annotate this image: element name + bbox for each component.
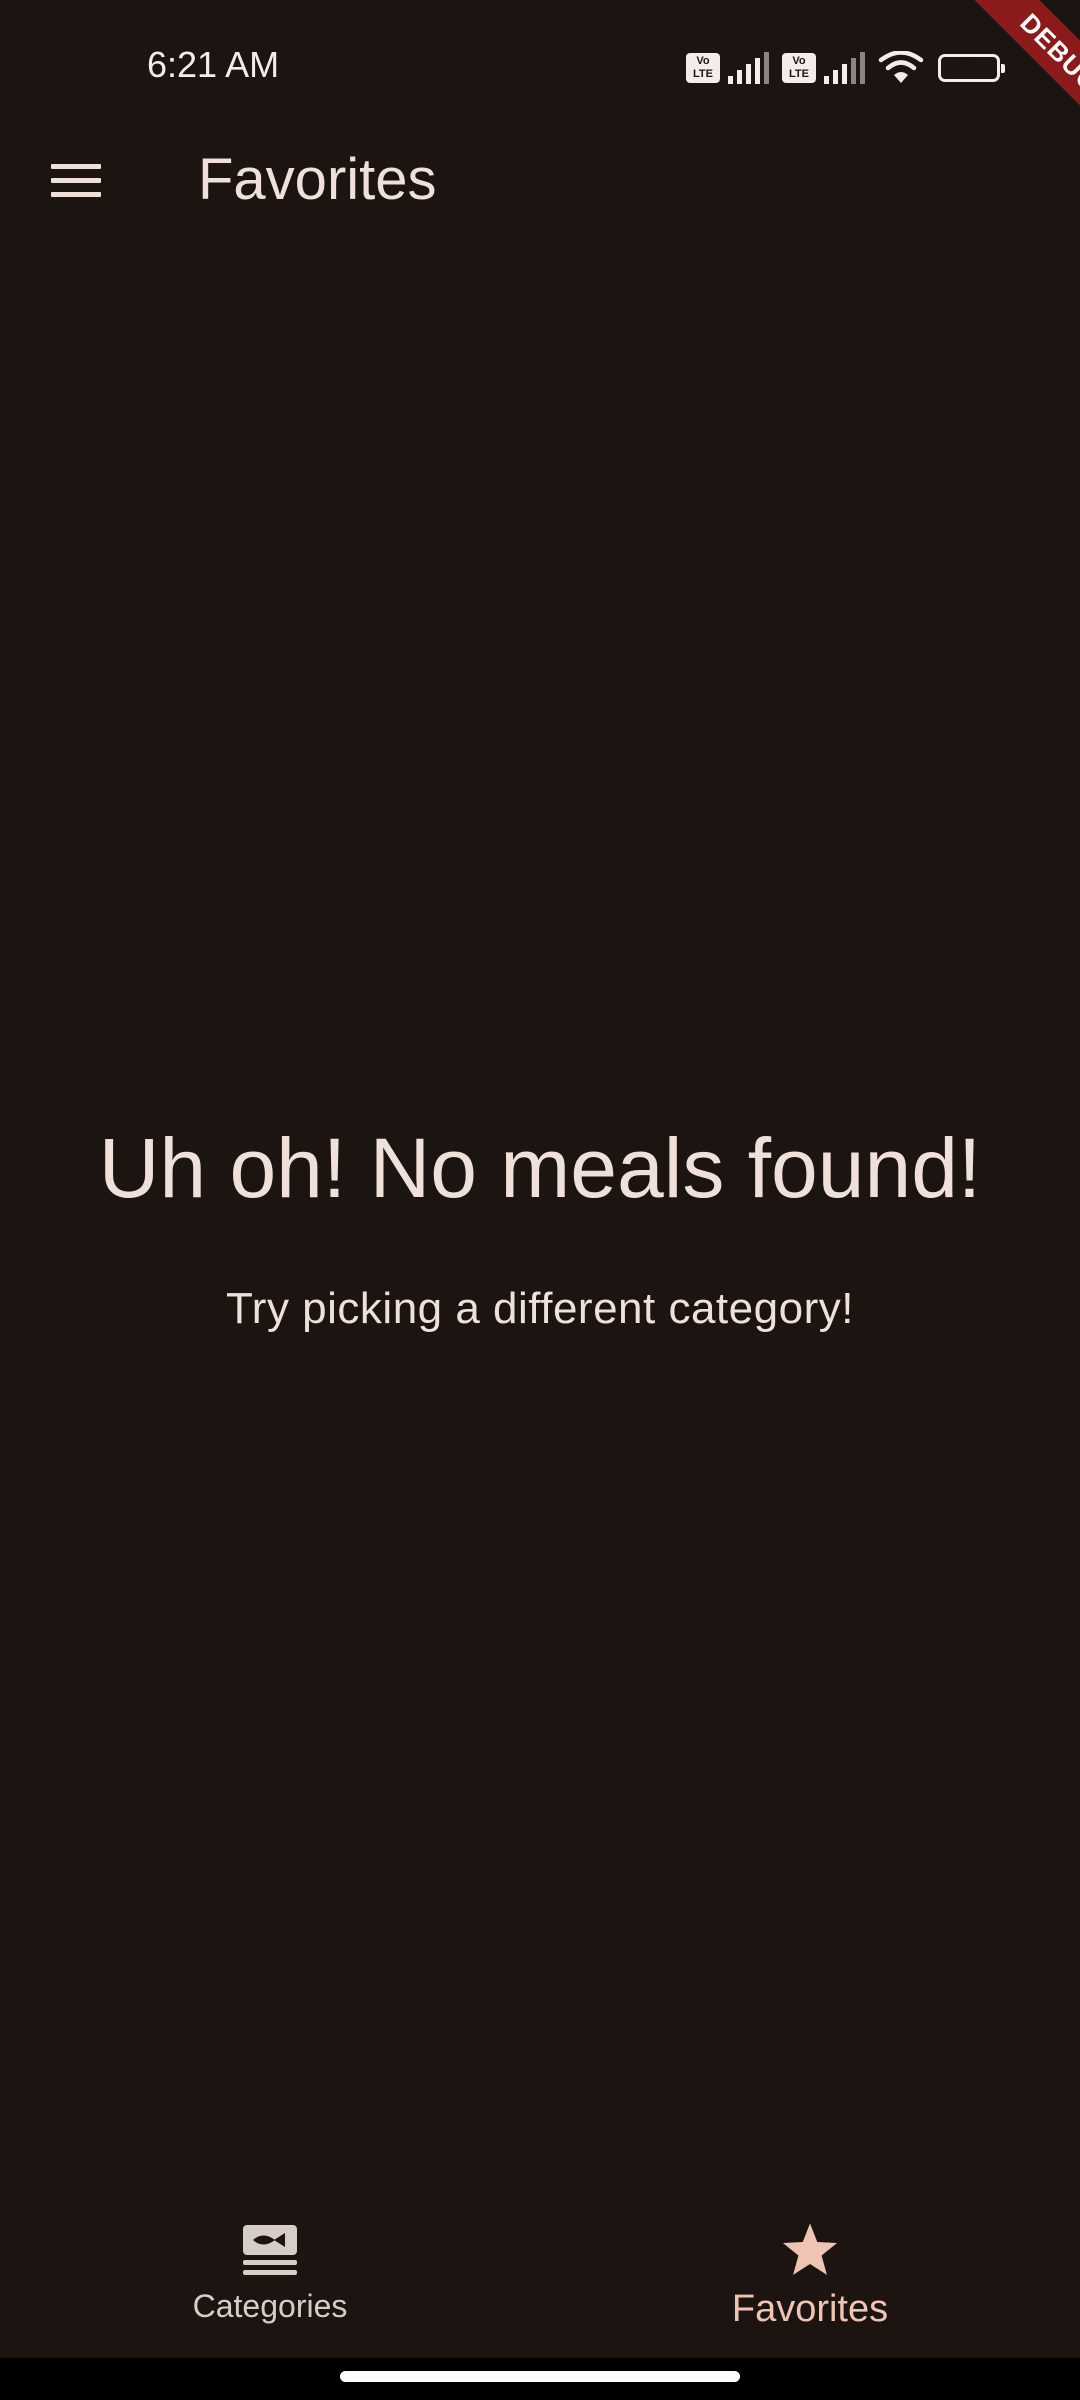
volte-label-top: Vo	[696, 55, 710, 67]
status-bar: 6:21 AM Vo LTE Vo LTE 72	[0, 0, 1080, 130]
menu-icon	[51, 155, 101, 206]
bottom-navigation-bar: Categories Favorites	[0, 2190, 1080, 2358]
volte-icon: Vo LTE	[686, 53, 720, 83]
nav-label-categories: Categories	[192, 2288, 348, 2324]
signal-icon	[728, 52, 774, 84]
status-icons: Vo LTE Vo LTE 72	[686, 48, 1005, 88]
volte-label-bottom-2: LTE	[789, 68, 809, 80]
signal-icon-2	[824, 52, 870, 84]
empty-state-subtitle: Try picking a different category!	[226, 1284, 854, 1333]
wifi-icon	[878, 51, 924, 85]
volte-label-top-2: Vo	[792, 55, 806, 67]
gesture-navigation-area	[0, 2358, 1080, 2400]
volte-icon-2: Vo LTE	[782, 53, 816, 83]
status-time: 6:21 AM	[147, 44, 280, 85]
menu-button[interactable]	[28, 144, 124, 216]
volte-label-bottom: LTE	[693, 68, 713, 80]
empty-state-title: Uh oh! No meals found!	[98, 1121, 982, 1215]
battery-tip	[1001, 64, 1005, 73]
app-bar: Favorites	[0, 130, 1080, 230]
page-title: Favorites	[198, 147, 437, 212]
nav-item-favorites[interactable]: Favorites	[540, 2190, 1080, 2358]
app-screen: 6:21 AM Vo LTE Vo LTE 72 DEBUG Favorites…	[0, 0, 1080, 2400]
battery-icon: 72	[938, 54, 1005, 82]
gesture-handle[interactable]	[340, 2371, 740, 2382]
set-meal-icon	[240, 2220, 300, 2280]
battery-percent: 72	[958, 57, 980, 78]
nav-label-favorites: Favorites	[731, 2288, 889, 2330]
nav-item-categories[interactable]: Categories	[0, 2190, 540, 2358]
star-icon	[780, 2220, 840, 2280]
